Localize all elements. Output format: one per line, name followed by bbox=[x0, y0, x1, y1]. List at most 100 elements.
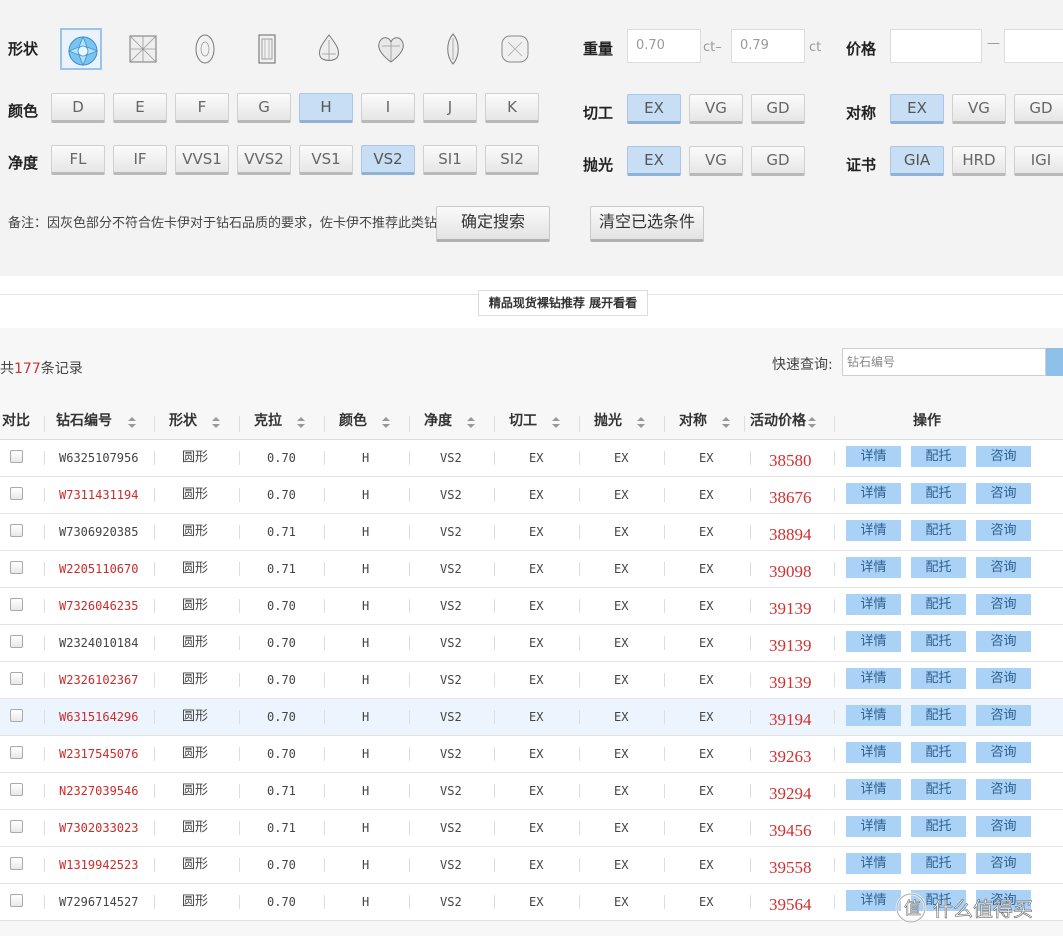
clarity-option[interactable]: SI1 bbox=[423, 145, 477, 175]
setting-button[interactable]: 配托 bbox=[911, 557, 966, 578]
cert-option[interactable]: IGI bbox=[1014, 146, 1063, 176]
color-option[interactable]: F bbox=[175, 93, 229, 123]
clarity-option[interactable]: SI2 bbox=[485, 145, 539, 175]
shape-option[interactable] bbox=[122, 28, 164, 70]
setting-button[interactable]: 配托 bbox=[911, 668, 966, 689]
detail-button[interactable]: 详情 bbox=[846, 520, 901, 541]
sort-arrows-icon[interactable] bbox=[128, 417, 136, 429]
shape-option[interactable] bbox=[494, 28, 536, 70]
setting-button[interactable]: 配托 bbox=[911, 594, 966, 615]
color-option[interactable]: J bbox=[423, 93, 477, 123]
consult-button[interactable]: 咨询 bbox=[976, 520, 1031, 541]
compare-checkbox[interactable] bbox=[10, 487, 23, 500]
weight-min-input[interactable]: 0.70 bbox=[627, 29, 701, 63]
consult-button[interactable]: 咨询 bbox=[976, 742, 1031, 763]
setting-button[interactable]: 配托 bbox=[911, 631, 966, 652]
consult-button[interactable]: 咨询 bbox=[976, 779, 1031, 800]
column-header[interactable]: 抛光 bbox=[594, 406, 634, 440]
compare-checkbox[interactable] bbox=[10, 561, 23, 574]
color-option[interactable]: H bbox=[299, 93, 353, 123]
compare-checkbox[interactable] bbox=[10, 672, 23, 685]
detail-button[interactable]: 详情 bbox=[846, 779, 901, 800]
color-option[interactable]: K bbox=[485, 93, 539, 123]
clarity-option[interactable]: VS1 bbox=[299, 145, 353, 175]
compare-checkbox[interactable] bbox=[10, 635, 23, 648]
setting-button[interactable]: 配托 bbox=[911, 779, 966, 800]
shape-option[interactable] bbox=[60, 28, 102, 70]
polish-option[interactable]: GD bbox=[751, 146, 805, 176]
detail-button[interactable]: 详情 bbox=[846, 446, 901, 467]
setting-button[interactable]: 配托 bbox=[911, 520, 966, 541]
shape-option[interactable] bbox=[370, 28, 412, 70]
symmetry-option[interactable]: VG bbox=[952, 94, 1006, 124]
sort-arrows-icon[interactable] bbox=[382, 417, 390, 429]
symmetry-option[interactable]: EX bbox=[890, 94, 944, 124]
clarity-option[interactable]: VS2 bbox=[361, 145, 415, 175]
quick-search-input[interactable]: 钻石编号 bbox=[842, 348, 1046, 376]
column-header[interactable]: 活动价格 bbox=[750, 406, 812, 440]
consult-button[interactable]: 咨询 bbox=[976, 483, 1031, 504]
column-header[interactable]: 克拉 bbox=[254, 406, 294, 440]
setting-button[interactable]: 配托 bbox=[911, 483, 966, 504]
clarity-option[interactable]: VVS2 bbox=[237, 145, 291, 175]
search-button[interactable]: 确定搜索 bbox=[436, 206, 550, 242]
polish-option[interactable]: EX bbox=[627, 146, 681, 176]
shape-option[interactable] bbox=[184, 28, 226, 70]
sort-arrows-icon[interactable] bbox=[722, 417, 730, 429]
compare-checkbox[interactable] bbox=[10, 783, 23, 796]
sort-arrows-icon[interactable] bbox=[808, 417, 816, 429]
compare-checkbox[interactable] bbox=[10, 709, 23, 722]
weight-max-input[interactable]: 0.79 bbox=[731, 29, 805, 63]
symmetry-option[interactable]: GD bbox=[1014, 94, 1063, 124]
detail-button[interactable]: 详情 bbox=[846, 483, 901, 504]
color-option[interactable]: D bbox=[51, 93, 105, 123]
setting-button[interactable]: 配托 bbox=[911, 816, 966, 837]
color-option[interactable]: G bbox=[237, 93, 291, 123]
consult-button[interactable]: 咨询 bbox=[976, 816, 1031, 837]
clarity-option[interactable]: VVS1 bbox=[175, 145, 229, 175]
shape-option[interactable] bbox=[308, 28, 350, 70]
detail-button[interactable]: 详情 bbox=[846, 557, 901, 578]
consult-button[interactable]: 咨询 bbox=[976, 446, 1031, 467]
cut-option[interactable]: EX bbox=[627, 94, 681, 124]
setting-button[interactable]: 配托 bbox=[911, 446, 966, 467]
sort-arrows-icon[interactable] bbox=[552, 417, 560, 429]
sort-arrows-icon[interactable] bbox=[212, 417, 220, 429]
shape-option[interactable] bbox=[432, 28, 474, 70]
sort-arrows-icon[interactable] bbox=[637, 417, 645, 429]
consult-button[interactable]: 咨询 bbox=[976, 557, 1031, 578]
price-max-input[interactable] bbox=[1004, 29, 1063, 63]
compare-checkbox[interactable] bbox=[10, 524, 23, 537]
clarity-option[interactable]: FL bbox=[51, 145, 105, 175]
compare-checkbox[interactable] bbox=[10, 857, 23, 870]
column-header[interactable]: 切工 bbox=[509, 406, 549, 440]
detail-button[interactable]: 详情 bbox=[846, 705, 901, 726]
sort-arrows-icon[interactable] bbox=[297, 417, 305, 429]
setting-button[interactable]: 配托 bbox=[911, 742, 966, 763]
consult-button[interactable]: 咨询 bbox=[976, 631, 1031, 652]
cert-option[interactable]: GIA bbox=[890, 146, 944, 176]
column-header[interactable]: 净度 bbox=[424, 406, 464, 440]
detail-button[interactable]: 详情 bbox=[846, 742, 901, 763]
cut-option[interactable]: VG bbox=[689, 94, 743, 124]
compare-checkbox[interactable] bbox=[10, 820, 23, 833]
detail-button[interactable]: 详情 bbox=[846, 631, 901, 652]
consult-button[interactable]: 咨询 bbox=[976, 668, 1031, 689]
detail-button[interactable]: 详情 bbox=[846, 668, 901, 689]
clear-filters-button[interactable]: 清空已选条件 bbox=[590, 206, 704, 242]
setting-button[interactable]: 配托 bbox=[911, 705, 966, 726]
consult-button[interactable]: 咨询 bbox=[976, 705, 1031, 726]
column-header[interactable]: 形状 bbox=[169, 406, 209, 440]
clarity-option[interactable]: IF bbox=[113, 145, 167, 175]
shape-option[interactable] bbox=[246, 28, 288, 70]
compare-checkbox[interactable] bbox=[10, 598, 23, 611]
consult-button[interactable]: 咨询 bbox=[976, 853, 1031, 874]
consult-button[interactable]: 咨询 bbox=[976, 594, 1031, 615]
compare-checkbox[interactable] bbox=[10, 894, 23, 907]
polish-option[interactable]: VG bbox=[689, 146, 743, 176]
recommend-tab[interactable]: 精品现货裸钻推荐 展开看看 bbox=[478, 290, 648, 316]
sort-arrows-icon[interactable] bbox=[467, 417, 475, 429]
compare-checkbox[interactable] bbox=[10, 450, 23, 463]
column-header[interactable]: 颜色 bbox=[339, 406, 379, 440]
quick-search-button[interactable] bbox=[1046, 348, 1063, 376]
